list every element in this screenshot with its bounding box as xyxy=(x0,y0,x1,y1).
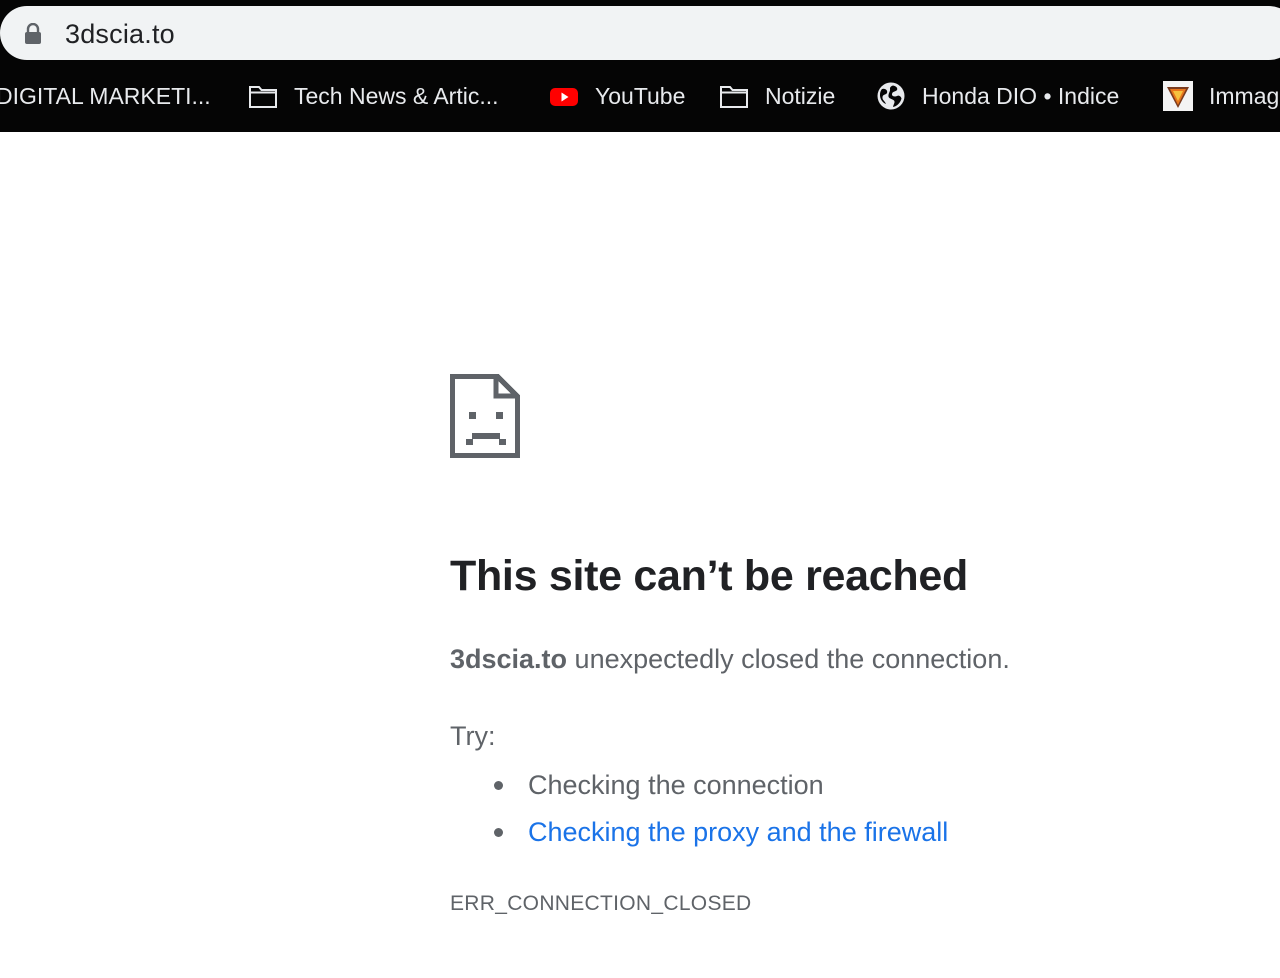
proxy-firewall-link[interactable]: Checking the proxy and the firewall xyxy=(528,817,948,847)
bookmark-label: Tech News & Artic... xyxy=(294,82,499,109)
suggestion-text: Checking the connection xyxy=(528,770,824,800)
site-favicon-icon xyxy=(1163,81,1193,111)
bookmark-digital-marketing[interactable]: DIGITAL MARKETI... xyxy=(0,60,211,132)
url-text[interactable]: 3dscia.to xyxy=(65,19,175,50)
bookmark-label: Immag xyxy=(1209,82,1280,109)
bookmark-label: Honda DIO • Indice xyxy=(922,82,1120,109)
globe-icon xyxy=(876,81,906,111)
error-host: 3dscia.to xyxy=(450,644,568,674)
suggestion-check-connection: Checking the connection xyxy=(450,762,948,809)
bookmark-label: YouTube xyxy=(595,82,686,109)
folder-icon xyxy=(248,81,278,111)
bookmark-label: DIGITAL MARKETI... xyxy=(0,82,211,109)
bookmarks-bar: DIGITAL MARKETI... Tech News & Artic... … xyxy=(0,60,1280,132)
error-message-text: unexpectedly closed the connection. xyxy=(567,644,1010,674)
bookmark-label: Notizie xyxy=(765,82,836,109)
bookmark-tech-news[interactable]: Tech News & Artic... xyxy=(248,60,499,132)
error-message: 3dscia.to unexpectedly closed the connec… xyxy=(450,644,1010,675)
bookmark-immag[interactable]: Immag xyxy=(1163,60,1279,132)
try-label: Try: xyxy=(450,721,496,751)
bookmark-honda-dio[interactable]: Honda DIO • Indice xyxy=(876,60,1119,132)
error-code: ERR_CONNECTION_CLOSED xyxy=(450,892,752,915)
sad-page-icon xyxy=(450,374,520,458)
bookmark-notizie[interactable]: Notizie xyxy=(719,60,835,132)
folder-icon xyxy=(719,81,749,111)
address-bar[interactable]: 3dscia.to xyxy=(0,6,1280,60)
page-title: This site can’t be reached xyxy=(450,552,968,600)
lock-icon[interactable] xyxy=(24,22,42,45)
suggestion-list: Checking the connection Checking the pro… xyxy=(450,762,948,856)
youtube-icon xyxy=(549,81,579,111)
bookmark-youtube[interactable]: YouTube xyxy=(549,60,685,132)
suggestion-check-proxy: Checking the proxy and the firewall xyxy=(450,809,948,856)
browser-chrome: 3dscia.to DIGITAL MARKETI... Tech News &… xyxy=(0,0,1280,132)
